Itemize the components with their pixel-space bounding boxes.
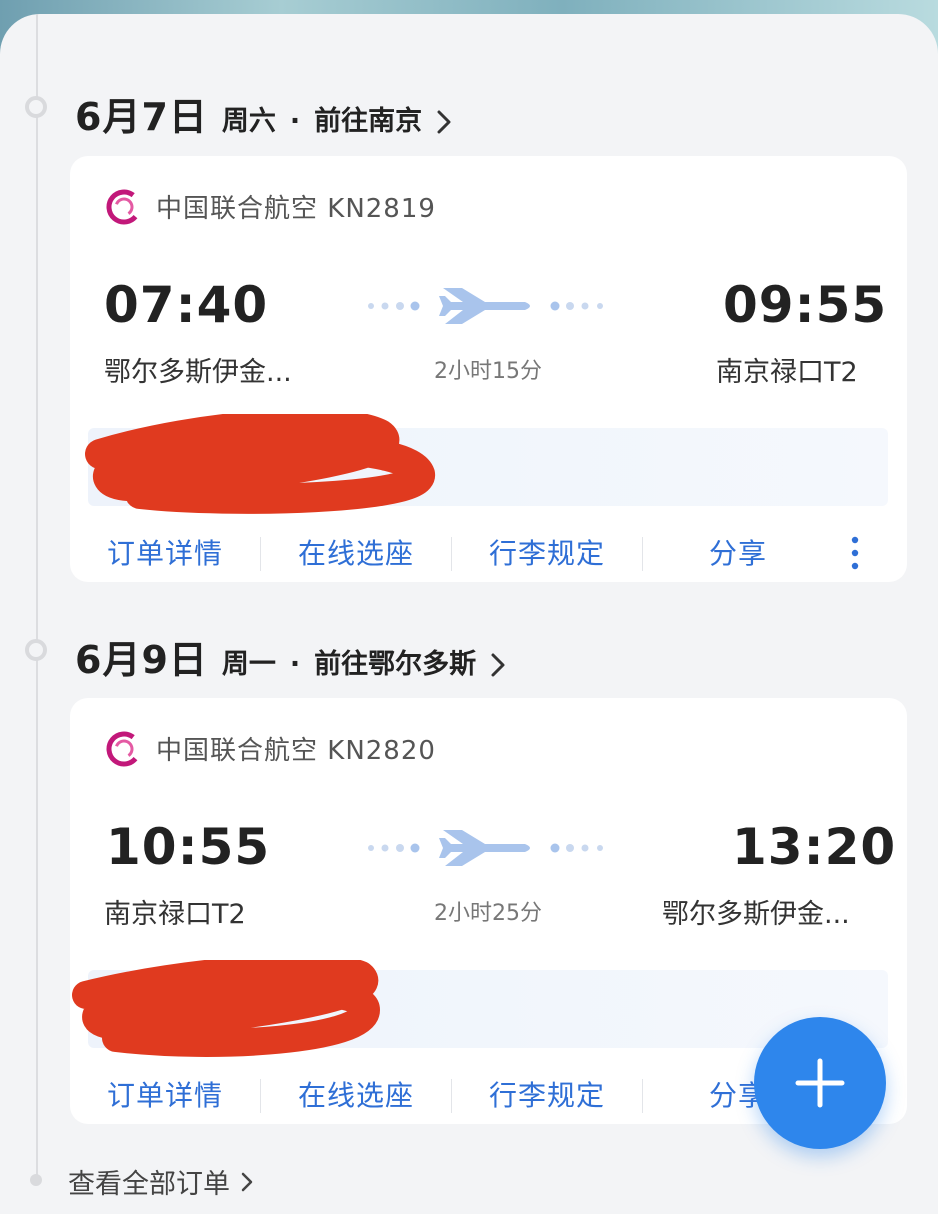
separator: · [289,649,301,680]
airline-row: 中国联合航空 KN2820 [106,730,436,767]
trip-destination: 前往南京 [314,106,423,137]
redaction-scribble [72,960,380,1057]
baggage-rules-link[interactable]: 行李规定 [452,537,643,571]
depart-time: 10:55 [106,818,271,876]
trip-weekday: 周六 [221,106,276,137]
flight-card[interactable]: 中国联合航空 KN2819 07:40 鄂尔多斯伊金... 2小时15分 09:… [70,156,907,582]
share-link[interactable]: 分享 [643,537,833,571]
timeline-line [36,14,38,1184]
more-vertical-icon[interactable] [850,534,860,572]
trip-destination: 前往鄂尔多斯 [314,649,477,680]
airplane-icon [365,282,615,334]
timeline-dot [30,1174,42,1186]
arrive-time: 13:20 [732,818,897,876]
trip-weekday: 周一 [221,649,276,680]
depart-airport: 南京禄口T2 [104,899,246,930]
flight-duration: 2小时25分 [434,901,542,926]
arrive-airport: 鄂尔多斯伊金... [662,899,850,930]
airline-row: 中国联合航空 KN2819 [106,188,436,225]
chevron-right-icon [241,1172,253,1191]
trip-2-header[interactable]: 6月9日 周一 · 前往鄂尔多斯 [75,629,506,684]
timeline-dot [25,639,47,661]
view-all-orders-link[interactable]: 查看全部订单 [68,1162,254,1201]
chevron-right-icon [436,103,452,138]
timeline-dot [25,96,47,118]
trip-date: 6月7日 [75,95,208,139]
airline-logo-icon [106,189,142,224]
seat-selection-link[interactable]: 在线选座 [261,537,452,571]
trip-1-header[interactable]: 6月7日 周六 · 前往南京 [75,86,452,141]
trip-date: 6月9日 [75,638,208,682]
baggage-rules-link[interactable]: 行李规定 [452,1079,643,1113]
airline-flight: 中国联合航空 KN2820 [156,736,436,766]
arrive-time: 09:55 [723,276,888,334]
depart-airport: 鄂尔多斯伊金... [104,357,292,388]
chevron-right-icon [490,646,506,681]
order-detail-link[interactable]: 订单详情 [70,1079,261,1113]
order-detail-link[interactable]: 订单详情 [70,537,261,571]
arrive-airport: 南京禄口T2 [716,357,858,388]
redaction-scribble [85,414,435,514]
add-trip-button[interactable] [754,1017,886,1149]
airline-logo-icon [106,731,142,766]
separator: · [289,106,301,137]
seat-selection-link[interactable]: 在线选座 [261,1079,452,1113]
action-bar: 订单详情 在线选座 行李规定 分享 [70,534,907,574]
airplane-icon [365,824,615,876]
plus-icon [795,1058,845,1108]
view-all-label: 查看全部订单 [68,1169,230,1200]
airline-flight: 中国联合航空 KN2819 [156,194,436,224]
depart-time: 07:40 [104,276,269,334]
flight-duration: 2小时15分 [434,359,542,384]
